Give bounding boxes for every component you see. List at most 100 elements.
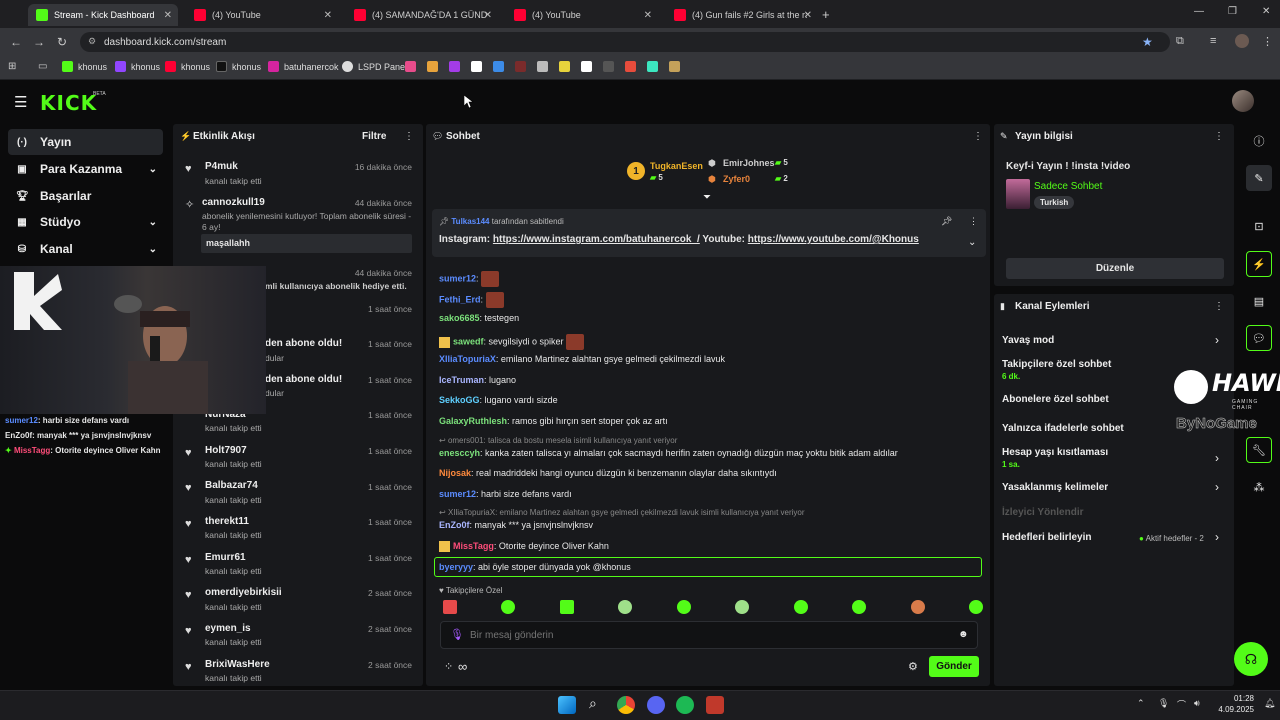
stream-info-menu-icon[interactable]: ⋮ [1214,131,1224,142]
edit-pencil-icon[interactable]: ✎ [1246,165,1272,191]
chevron-right-icon[interactable]: › [1215,480,1219,494]
notification-bell-icon[interactable]: 🔔︎ [1264,698,1275,709]
profile-avatar[interactable] [1235,34,1249,48]
activity-name[interactable]: Emurr61 [205,552,246,563]
windows-start-icon[interactable] [558,696,576,714]
bookmark-khonus-x[interactable]: khonus [216,61,261,72]
youtube-link[interactable]: https://www.youtube.com/@Khonus [748,234,919,245]
leader-name[interactable]: TugkanEsen [650,161,703,171]
bookmark-misc[interactable] [405,61,685,72]
tab-samandag[interactable]: (4) SAMANDAĞ'DA 1 GÜNDE M✕ [346,4,498,26]
search-icon[interactable]: ⌕ [589,695,597,712]
close-tab-icon[interactable]: ✕ [484,10,492,21]
folder-icon[interactable]: ▭ [38,61,47,72]
action-followers-only[interactable]: Takipçilere özel sohbet [1002,359,1111,370]
close-tab-icon[interactable]: ✕ [644,10,652,21]
activity-name[interactable]: omerdiyebirkisii [205,587,282,598]
expand-leaders-icon[interactable]: ⏷ [703,192,711,203]
action-banned-words[interactable]: Yasaklanmış kelimeler [1002,482,1108,493]
reload-icon[interactable]: ↻ [57,35,67,49]
app-icon[interactable] [706,696,724,714]
emote-icon[interactable] [910,600,925,614]
emoji-icon[interactable]: ☻ [958,629,969,640]
minimize-icon[interactable]: — [1194,6,1204,17]
activity-menu-icon[interactable]: ⋮ [404,131,414,142]
notes-icon[interactable]: ▤ [1246,288,1272,314]
support-headset-icon[interactable]: ☊ [1234,642,1268,676]
maximize-icon[interactable]: ❐ [1228,6,1237,17]
new-tab-plus-icon[interactable]: + [822,7,830,22]
bookmark-star-icon[interactable]: ★ [1142,35,1153,49]
leader-name[interactable]: Zyfer0 [723,174,750,184]
emote-icon[interactable] [501,600,516,614]
bookmark-khonus-youtube[interactable]: khonus [165,61,210,72]
activity-name[interactable]: P4muk [205,161,238,172]
emote-icon[interactable] [559,600,574,614]
bookmark-khonus-kick[interactable]: khonus [62,61,107,72]
spotify-icon[interactable] [676,696,694,714]
tray-chevron-icon[interactable]: ⌃ [1137,698,1145,709]
discord-icon[interactable] [647,696,665,714]
chevron-down-icon[interactable]: ⌄ [968,237,976,248]
hamburger-menu-icon[interactable]: ☰ [14,93,27,111]
tab-gun-fails[interactable]: (4) Gun fails #2 Girls at the rang✕ [666,4,818,26]
microphone-icon[interactable]: 🎙︎ [450,628,464,641]
user-avatar[interactable] [1232,90,1254,112]
emote-icon[interactable] [443,600,457,614]
info-icon[interactable]: ⓘ [1246,128,1272,154]
chat-settings-gear-icon[interactable]: ⚙ [908,660,918,673]
back-arrow-icon[interactable]: ← [10,35,22,49]
leader-name[interactable]: EmirJohnes [723,158,775,168]
quick-actions-icon[interactable]: ⚡ [1246,251,1272,277]
close-tab-icon[interactable]: ✕ [804,10,812,21]
activity-name[interactable]: cannozkull19 [202,197,265,208]
forward-arrow-icon[interactable]: → [33,35,45,49]
emote-icon[interactable] [676,600,691,614]
bookmark-instagram[interactable]: batuhanercok [268,61,339,72]
chat-input[interactable] [470,626,940,644]
close-window-icon[interactable]: ✕ [1262,6,1270,17]
clock-time[interactable]: 01:28 [1216,694,1254,703]
emote-icon[interactable] [793,600,808,614]
emote-icon[interactable] [852,600,867,614]
action-goals[interactable]: Hedefleri belirleyin [1002,532,1091,543]
pinned-menu-icon[interactable]: ⋮ [969,216,978,227]
tray-mic-icon[interactable]: 🎙︎ [1158,698,1169,709]
screen-capture-icon[interactable]: ⊡ [1246,213,1272,239]
tab-kick-dashboard[interactable]: Stream - Kick Dashboard ✕ [28,4,178,26]
activity-name[interactable]: Holt7907 [205,445,247,456]
sidebar-item-yayin[interactable]: (·) Yayın [8,129,163,155]
chat-menu-icon[interactable]: ⋮ [973,131,983,142]
tab-youtube-2[interactable]: (4) YouTube ✕ [506,4,658,26]
activity-name[interactable]: BrixiWasHere [205,659,270,670]
instagram-link[interactable]: https://www.instagram.com/batuhanercok_/ [493,234,700,245]
connections-icon[interactable]: ⁂ [1246,474,1272,500]
wifi-icon[interactable]: ⌒ [1177,698,1186,711]
chat-icon[interactable]: 💬︎ [1246,325,1272,351]
channel-actions-menu-icon[interactable]: ⋮ [1214,301,1224,312]
activity-name[interactable]: Balbazar74 [205,480,258,491]
action-emote-only[interactable]: Yalnızca ifadelerle sohbet [1002,423,1124,434]
emote-icon[interactable] [735,600,750,614]
action-subscribers-only[interactable]: Abonelere özel sohbet [1002,394,1109,405]
chrome-icon[interactable] [617,696,635,714]
pin-toggle-icon[interactable]: 📌︎ [941,216,952,227]
extensions-icon[interactable]: ⧉ [1176,35,1184,48]
tools-icon[interactable]: 🔧︎ [1246,437,1272,463]
sidebar-item-para-kazanma[interactable]: ▣ Para Kazanma ⌄ [8,156,163,182]
emote-icon[interactable] [968,600,983,614]
sidebar-item-kanal[interactable]: ⛁ Kanal ⌄ [8,236,163,262]
activity-name[interactable]: eymen_is [205,623,251,634]
emote-icon[interactable] [618,600,633,614]
action-account-age[interactable]: Hesap yaşı kısıtlaması [1002,447,1108,458]
activity-name[interactable]: therekt11 [205,516,249,527]
volume-icon[interactable]: 🔊︎ [1194,698,1200,709]
sidebar-item-basarilar[interactable]: 🏆︎ Başarılar [8,183,163,209]
chevron-right-icon[interactable]: › [1215,451,1219,465]
clock-date[interactable]: 4.09.2025 [1210,705,1254,714]
close-tab-icon[interactable]: ✕ [324,10,332,21]
sidebar-item-studyo[interactable]: ▦ Stüdyo ⌄ [8,209,163,235]
filter-button[interactable]: Filtre [362,131,386,142]
kick-logo[interactable]: KICK [40,91,97,115]
send-button[interactable]: Gönder [929,656,979,677]
